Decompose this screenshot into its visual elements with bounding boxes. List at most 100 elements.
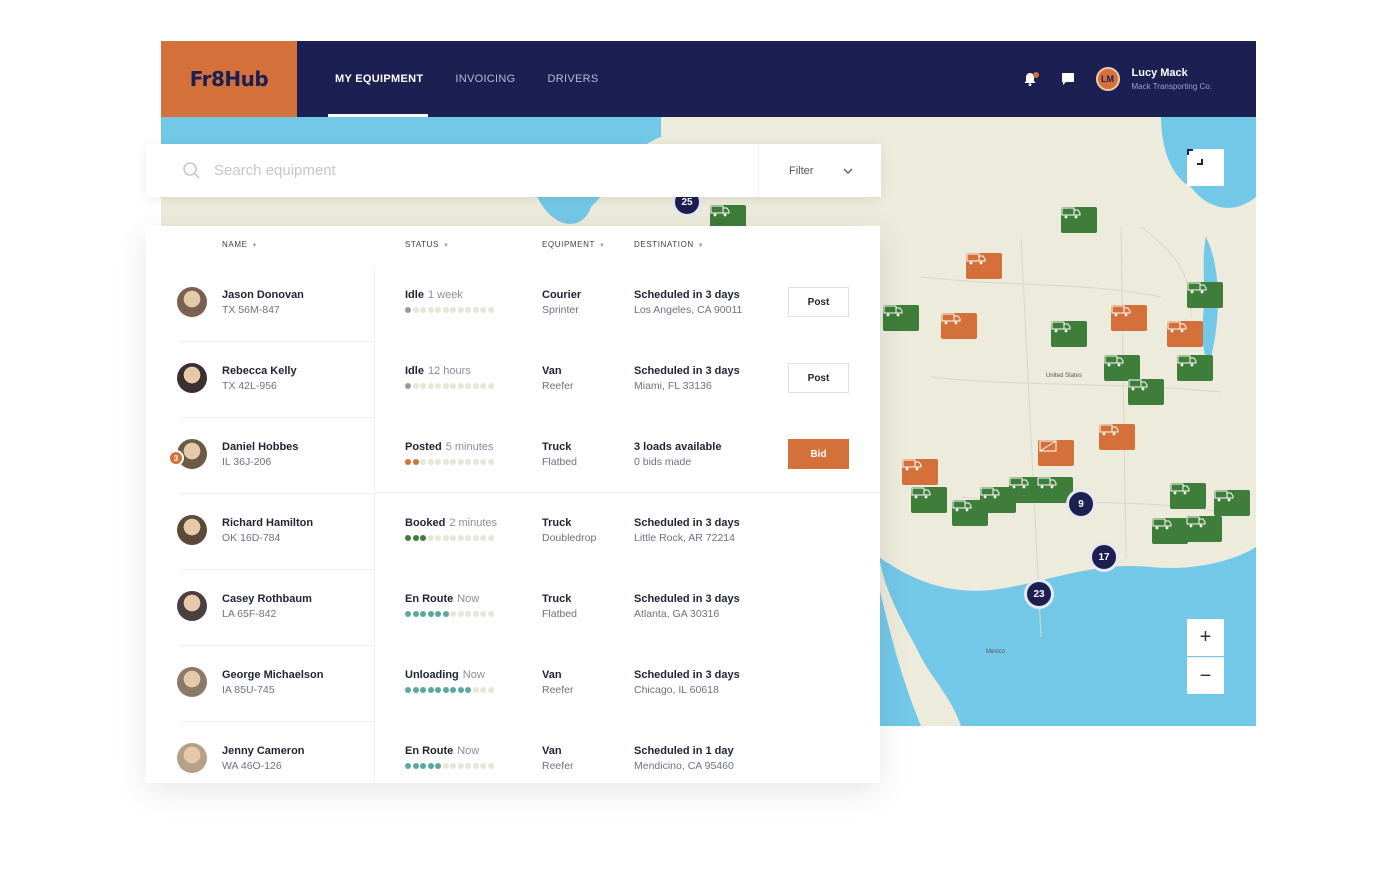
destination-address: Chicago, IL 60618: [634, 684, 719, 696]
driver-plate: WA 46O-126: [222, 760, 282, 772]
equipment-subtype: Flatbed: [542, 456, 578, 468]
driver-name: Jenny Cameron: [222, 745, 305, 757]
fullscreen-button[interactable]: [1187, 149, 1224, 186]
equipment-type: Van: [542, 669, 562, 681]
truck-pin[interactable]: [1111, 305, 1147, 331]
status-text: Idle 1 week: [405, 289, 463, 301]
progress-dot: [405, 459, 411, 465]
truck-pin[interactable]: [1177, 355, 1213, 381]
table-row[interactable]: Richard Hamilton OK 16D-784 Booked 2 minute…: [146, 494, 880, 570]
equipment-type: Van: [542, 365, 562, 377]
progress-dot: [442, 535, 449, 541]
col-equipment[interactable]: EQUIPMENT ▼: [542, 240, 606, 249]
bid-button[interactable]: Bid: [788, 439, 849, 469]
progress-dot: [472, 307, 479, 313]
driver-name: Casey Rothbaum: [222, 593, 312, 605]
progress-dot: [487, 687, 494, 693]
truck-pin[interactable]: [1128, 379, 1164, 405]
table-row[interactable]: Jason Donovan TX 56M-847 Idle 1 week Courier…: [146, 266, 880, 342]
equipment-subtype: Flatbed: [542, 608, 578, 620]
progress-dot: [487, 459, 494, 465]
logo[interactable]: Fr8Hub: [161, 41, 297, 117]
equipment-subtype: Reefer: [542, 684, 574, 696]
truck-pin[interactable]: [1104, 355, 1140, 381]
search-input[interactable]: [214, 162, 744, 179]
progress-dot: [435, 611, 441, 617]
truck-pin[interactable]: [1170, 483, 1206, 509]
top-bar: Fr8Hub MY EQUIPMENT INVOICING DRIVERS LM…: [161, 41, 1256, 117]
progress-dot: [442, 383, 449, 389]
map-cluster[interactable]: 23: [1024, 579, 1054, 609]
progress-dot: [450, 459, 456, 465]
progress-dot: [480, 535, 486, 541]
map-cluster[interactable]: 17: [1089, 542, 1119, 572]
truck-pin[interactable]: [1051, 321, 1087, 347]
main-nav: MY EQUIPMENT INVOICING DRIVERS: [327, 41, 631, 117]
truck-pin[interactable]: [966, 253, 1002, 279]
progress-dot: [450, 383, 456, 389]
user-info[interactable]: Lucy Mack Mack Transporting Co.: [1132, 67, 1212, 91]
destination-address: Little Rock, AR 72214: [634, 532, 735, 544]
progress-dot: [405, 307, 411, 313]
truck-pin[interactable]: [1152, 518, 1188, 544]
destination-title: Scheduled in 3 days: [634, 365, 740, 377]
col-status[interactable]: STATUS ▼: [405, 240, 450, 249]
truck-pin[interactable]: [941, 313, 977, 339]
user-company: Mack Transporting Co.: [1131, 82, 1212, 91]
filter-dropdown[interactable]: Filter: [758, 144, 881, 197]
truck-pin[interactable]: [1214, 490, 1250, 516]
driver-plate: TX 42L-956: [222, 380, 277, 392]
nav-my-equipment[interactable]: MY EQUIPMENT: [327, 41, 429, 117]
progress-dot: [480, 383, 486, 389]
truck-pin[interactable]: [1099, 424, 1135, 450]
table-row[interactable]: 3 Daniel Hobbes IL 36J-206 Posted 5 minutes T…: [146, 418, 880, 494]
bell-icon[interactable]: [1020, 69, 1040, 89]
multi-truck-pin[interactable]: [1038, 440, 1074, 466]
post-button[interactable]: Post: [788, 287, 849, 317]
table-row[interactable]: Casey Rothbaum LA 65F-842 En Route Now Truck…: [146, 570, 880, 646]
zoom-out-button[interactable]: −: [1187, 657, 1224, 694]
driver-plate: IL 36J-206: [222, 456, 272, 468]
truck-pin[interactable]: [1187, 282, 1223, 308]
progress-dot: [427, 687, 434, 693]
progress-dot: [457, 459, 464, 465]
driver-plate: IA 85U-745: [222, 684, 275, 696]
progress-dot: [435, 763, 441, 769]
progress-dot: [435, 535, 441, 541]
progress-dot: [442, 459, 449, 465]
table-row[interactable]: Jenny Cameron WA 46O-126 En Route Now Van Ree…: [146, 722, 880, 783]
chat-icon[interactable]: [1058, 69, 1078, 89]
progress-dot: [420, 307, 426, 313]
progress-dot: [457, 307, 464, 313]
progress-dot: [472, 687, 479, 693]
col-destination[interactable]: DESTINATION ▼: [634, 240, 704, 249]
user-avatar[interactable]: LM: [1095, 67, 1120, 91]
truck-pin[interactable]: [902, 459, 938, 485]
nav-invoicing[interactable]: INVOICING: [455, 41, 515, 117]
truck-pin[interactable]: [1167, 321, 1203, 347]
progress-dot: [435, 687, 441, 693]
truck-pin[interactable]: [911, 487, 947, 513]
zoom-in-button[interactable]: +: [1187, 619, 1224, 656]
status-text: En Route Now: [405, 593, 480, 605]
table-row[interactable]: George Michaelson IA 85U-745 Unloading Now V…: [146, 646, 880, 722]
destination-title: Scheduled in 1 day: [634, 745, 734, 757]
post-button[interactable]: Post: [788, 363, 849, 393]
progress-dot: [487, 763, 494, 769]
truck-pin[interactable]: [1186, 516, 1222, 542]
driver-avatar: [177, 515, 207, 545]
map-cluster[interactable]: 9: [1066, 489, 1096, 519]
progress-dot: [405, 611, 411, 617]
equipment-type: Courier: [542, 289, 582, 301]
col-name[interactable]: NAME ▼: [222, 240, 258, 249]
progress-dot: [480, 459, 486, 465]
progress-dot: [435, 383, 441, 389]
table-row[interactable]: Rebecca Kelly TX 42L-956 Idle 12 hours Van Re…: [146, 342, 880, 418]
nav-drivers[interactable]: DRIVERS: [548, 41, 599, 117]
driver-avatar: [177, 287, 207, 317]
truck-pin[interactable]: [883, 305, 919, 331]
truck-pin[interactable]: [1061, 207, 1097, 233]
progress-dot: [457, 687, 464, 693]
equipment-type: Truck: [542, 517, 572, 529]
progress-dot: [487, 611, 494, 617]
